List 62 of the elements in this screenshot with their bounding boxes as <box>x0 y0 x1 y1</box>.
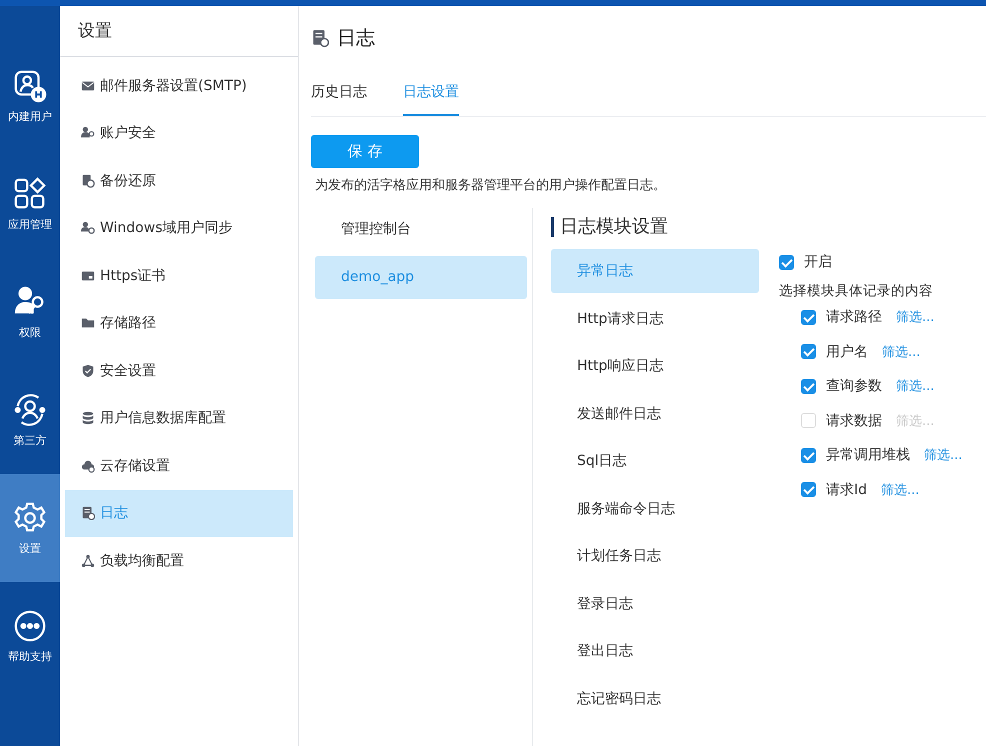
shield-icon <box>81 364 95 378</box>
document-icon <box>311 28 329 48</box>
checkbox-label: 用户名 <box>826 342 868 361</box>
module-item[interactable]: 登出日志 <box>551 629 759 673</box>
rail-item[interactable]: 第三方 <box>0 366 60 474</box>
checkbox[interactable] <box>801 448 816 463</box>
sidebar-item[interactable]: 存储路径 <box>65 300 293 347</box>
checkbox-label: 请求数据 <box>826 412 882 430</box>
rail-item[interactable]: 权限 <box>0 258 60 366</box>
app-item[interactable]: 管理控制台 <box>315 208 527 251</box>
options-heading: 选择模块具体记录的内容 <box>779 282 934 300</box>
sidebar-item[interactable]: 云存储设置 <box>65 442 293 490</box>
sidebar-title: 设置 <box>60 6 298 57</box>
more-icon <box>13 608 47 642</box>
module-item[interactable]: 计划任务日志 <box>551 534 759 578</box>
rail-item[interactable]: 应用管理 <box>0 150 60 258</box>
checkbox[interactable] <box>801 310 816 325</box>
settings-icon <box>13 500 47 534</box>
module-item[interactable]: 发送邮件日志 <box>551 392 759 436</box>
user-badge-icon <box>13 68 47 102</box>
user-key-icon <box>81 126 95 140</box>
sidebar-item[interactable]: Windows域用户同步 <box>65 204 293 252</box>
database-icon <box>81 411 95 426</box>
checkbox-label: 请求路径 <box>826 308 882 326</box>
checkbox-label: 开启 <box>804 253 832 271</box>
section-heading: 日志模块设置 <box>551 217 986 237</box>
user-sync-icon <box>81 221 95 236</box>
module-item[interactable]: Http请求日志 <box>551 296 759 340</box>
user-circle-icon <box>13 392 47 426</box>
sidebar-item[interactable]: 邮件服务器设置(SMTP) <box>65 62 293 110</box>
description-text: 为发布的活字格应用和服务器管理平台的用户操作配置日志。 <box>315 177 667 194</box>
sidebar-item[interactable]: 负载均衡配置 <box>65 537 293 584</box>
sidebar-item[interactable]: 备份还原 <box>65 157 293 204</box>
grid-icon <box>13 176 47 210</box>
certificate-icon <box>81 268 95 283</box>
checkbox[interactable] <box>801 482 816 498</box>
sidebar-item[interactable]: 用户信息数据库配置 <box>65 394 293 442</box>
module-item[interactable]: 登录日志 <box>551 582 759 626</box>
checkbox[interactable] <box>801 378 816 394</box>
page-title: 日志 <box>337 26 375 51</box>
envelope-icon <box>81 78 95 93</box>
sidebar-item[interactable]: 账户安全 <box>65 110 293 157</box>
nodes-icon <box>81 554 95 568</box>
checkbox[interactable] <box>779 254 794 270</box>
document-icon <box>81 506 95 520</box>
rail-item[interactable]: 内建用户 <box>0 42 60 150</box>
module-item[interactable]: 服务端命令日志 <box>551 486 759 530</box>
tab[interactable]: 历史日志 <box>311 70 367 116</box>
module-item[interactable]: Http响应日志 <box>551 344 759 388</box>
backup-icon <box>81 174 95 188</box>
checkbox[interactable] <box>801 344 816 360</box>
folder-icon <box>81 316 95 330</box>
sidebar-item[interactable]: 安全设置 <box>65 347 293 394</box>
checkbox-label: 查询参数 <box>826 377 882 396</box>
module-item[interactable]: Sql日志 <box>551 439 759 483</box>
checkbox-label: 异常调用堆栈 <box>826 446 910 464</box>
cloud-icon <box>81 458 95 473</box>
module-item[interactable]: 忘记密码日志 <box>551 676 759 720</box>
rail-item[interactable]: 设置 <box>0 474 60 582</box>
rail-item[interactable]: 帮助支持 <box>0 582 60 690</box>
checkbox-label: 请求Id <box>826 480 868 499</box>
sidebar-item[interactable]: Https证书 <box>65 252 293 300</box>
